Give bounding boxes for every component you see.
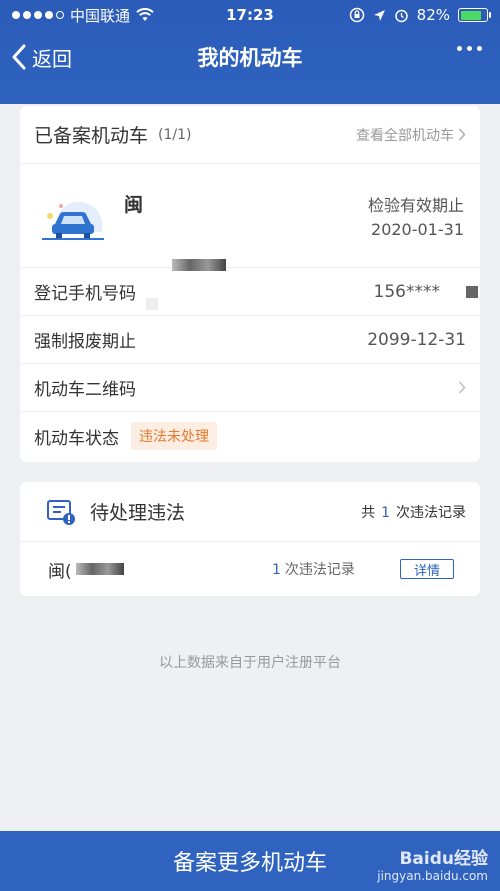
row-label: 登记手机号码 (34, 284, 136, 304)
phone-value: 156**** (373, 281, 440, 302)
violation-row[interactable]: 闽( 1 次违法记录 详情 (20, 542, 480, 596)
inspection-date: 2020-01-31 (371, 220, 464, 239)
scrap-date-value: 2099-12-31 (367, 329, 466, 350)
details-button[interactable]: 详情 (400, 559, 454, 579)
view-all-label: 查看全部机动车 (356, 127, 454, 144)
signal-icon (12, 11, 64, 19)
plate-redaction (172, 259, 226, 271)
plate-number: 闽 (124, 194, 144, 216)
card-title: 已备案机动车 (34, 125, 149, 147)
phone-redaction (466, 285, 478, 298)
record-count: 1 (272, 562, 281, 578)
alarm-icon (394, 9, 408, 22)
card-title: 待处理违法 (90, 502, 186, 524)
view-all-vehicles-link[interactable]: 查看全部机动车 (356, 125, 466, 145)
register-more-vehicles-button[interactable]: 备案更多机动车 Baidu经验 jingyan.baidu.com (0, 831, 500, 891)
vehicle-count: (1/1) (158, 126, 192, 143)
button-label: 备案更多机动车 (172, 851, 327, 876)
more-dot (477, 46, 482, 51)
watermark-url: jingyan.baidu.com (377, 869, 488, 883)
inspection-info: 检验有效期止 2020-01-31 (368, 194, 464, 242)
more-dot (457, 46, 462, 51)
rotation-lock-icon (349, 7, 364, 23)
chevron-right-icon (458, 128, 466, 141)
violation-total: 共 1 次违法记录 (361, 502, 466, 522)
back-button[interactable]: 返回 (10, 43, 72, 72)
app-header: 中国联通 17:23 82% 返回 我的机动车 (0, 0, 500, 104)
more-dot (467, 46, 472, 51)
chevron-left-icon (12, 44, 26, 70)
carrier-label: 中国联通 (70, 6, 131, 25)
row-label: 机动车状态 (34, 428, 119, 449)
back-label: 返回 (32, 46, 72, 71)
scrap-date-row: 强制报废期止 2099-12-31 (20, 316, 480, 364)
watermark-logo: Baidu经验 jingyan.baidu.com (377, 844, 488, 883)
row-label: 机动车二维码 (34, 380, 136, 400)
record-suffix: 次违法记录 (284, 562, 355, 578)
plate-redaction (75, 563, 124, 575)
total-count: 1 (381, 504, 390, 521)
page-title: 我的机动车 (197, 46, 303, 70)
car-icon (30, 186, 110, 248)
registered-vehicles-card: 已备案机动车 (1/1) 查看全部机动车 闽 检验有效期止 2020-01-31… (20, 106, 480, 462)
plate-redaction-2 (146, 298, 158, 310)
row-label: 强制报废期止 (34, 332, 136, 352)
pending-violations-card: 待处理违法 共 1 次违法记录 闽( 1 次违法记录 详情 (20, 482, 480, 596)
vehicle-status-row: 机动车状态 违法未处理 (20, 412, 480, 460)
location-icon (373, 9, 385, 21)
total-suffix: 次违法记录 (396, 504, 466, 521)
vehicle-summary[interactable]: 闽 检验有效期止 2020-01-31 (20, 164, 480, 310)
qr-code-row[interactable]: 机动车二维码 (20, 364, 480, 412)
battery-percent: 82% (416, 6, 450, 24)
inspection-label: 检验有效期止 (367, 196, 464, 215)
battery-icon (458, 8, 491, 22)
wifi-icon (136, 8, 154, 21)
violation-plate: 闽( (48, 561, 72, 582)
watermark-brand: Baidu经验 (399, 849, 488, 869)
document-alert-icon (47, 499, 75, 525)
total-prefix: 共 (361, 504, 376, 521)
navigation-bar: 返回 我的机动车 (0, 30, 500, 84)
more-options-button[interactable] (457, 46, 482, 51)
chevron-right-icon (458, 381, 466, 394)
data-source-note: 以上数据来自于用户注册平台 (159, 655, 341, 671)
status-bar: 中国联通 17:23 82% (0, 0, 500, 30)
violation-record-count: 1 次违法记录 (272, 559, 355, 579)
registered-phone-row: 登记手机号码 156**** (20, 268, 480, 316)
status-badge: 违法未处理 (131, 422, 217, 450)
